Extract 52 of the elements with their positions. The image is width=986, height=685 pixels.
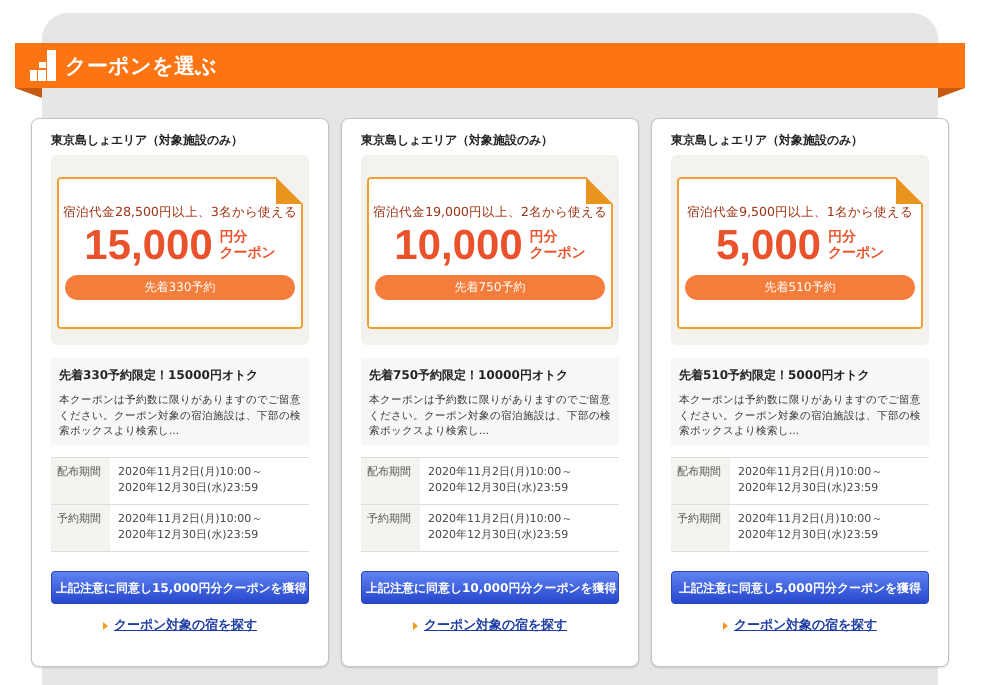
amount-unit: 円分 [828, 229, 856, 245]
area-title: 東京島しょエリア（対象施設のみ） [361, 132, 554, 149]
search-link[interactable]: クーポン対象の宿を探す [114, 616, 257, 636]
get-coupon-button[interactable]: 上記注意に同意し5,000円分クーポンを獲得 [671, 571, 929, 604]
area-title: 東京島しょエリア（対象施設のみ） [51, 132, 244, 149]
get-coupon-button[interactable]: 上記注意に同意し10,000円分クーポンを獲得 [361, 571, 619, 604]
coupon-amount: 15,000 [84, 223, 213, 267]
period-dates: 2020年11月2日(月)10:00～ 2020年12月30日(水)23:59 [420, 458, 619, 504]
get-coupon-button[interactable]: 上記注意に同意し15,000円分クーポンを獲得 [51, 571, 309, 604]
page-fold-icon [276, 177, 303, 204]
blocks-icon [30, 50, 56, 81]
ribbon-fold-icon [938, 88, 965, 98]
offer-headline: 先着510予約限定！5000円オトク [679, 367, 870, 384]
period-label: 予約期間 [361, 504, 420, 552]
coupon-label: クーポン [220, 245, 276, 261]
amount-unit: 円分 [530, 229, 558, 245]
page-fold-icon [896, 177, 923, 204]
limit-pill: 先着510予約 [685, 275, 915, 300]
section-title: クーポンを選ぶ [65, 52, 217, 78]
triangle-icon [103, 622, 108, 630]
limit-pill: 先着750予約 [375, 275, 605, 300]
search-link[interactable]: クーポン対象の宿を探す [424, 616, 567, 636]
triangle-icon [723, 622, 728, 630]
ribbon-fold-icon [15, 88, 42, 98]
triangle-icon [413, 622, 418, 630]
page-fold-icon [586, 177, 613, 204]
coupon-label: クーポン [828, 245, 884, 261]
coupon-condition: 宿泊代金9,500円以上、1名から使える [686, 203, 914, 221]
period-label: 予約期間 [51, 504, 110, 552]
period-label: 配布期間 [671, 458, 730, 504]
limit-pill: 先着330予約 [65, 275, 295, 300]
offer-headline: 先着330予約限定！15000円オトク [59, 367, 259, 384]
coupon-amount: 10,000 [394, 223, 523, 267]
coupon-amount: 5,000 [716, 223, 822, 267]
offer-headline: 先着750予約限定！10000円オトク [369, 367, 569, 384]
area-title: 東京島しょエリア（対象施設のみ） [671, 132, 864, 149]
search-link[interactable]: クーポン対象の宿を探す [734, 616, 877, 636]
coupon-label: クーポン [530, 245, 586, 261]
coupon-condition: 宿泊代金19,000円以上、2名から使える [372, 203, 608, 221]
period-dates: 2020年11月2日(月)10:00～ 2020年12月30日(水)23:59 [730, 458, 929, 504]
amount-unit: 円分 [220, 229, 248, 245]
period-dates: 2020年11月2日(月)10:00～ 2020年12月30日(水)23:59 [730, 504, 929, 552]
period-label: 予約期間 [671, 504, 730, 552]
offer-description: 本クーポンは予約数に限りがありますのでご留意ください。クーポン対象の宿泊施設は、下部の検索ボックスより検索し... [369, 393, 611, 439]
period-label: 配布期間 [51, 458, 110, 504]
period-dates: 2020年11月2日(月)10:00～ 2020年12月30日(水)23:59 [420, 504, 619, 552]
period-dates: 2020年11月2日(月)10:00～ 2020年12月30日(水)23:59 [110, 504, 309, 552]
offer-description: 本クーポンは予約数に限りがありますのでご留意ください。クーポン対象の宿泊施設は、下部の検索ボックスより検索し... [679, 393, 921, 439]
offer-description: 本クーポンは予約数に限りがありますのでご留意ください。クーポン対象の宿泊施設は、下部の検索ボックスより検索し... [59, 393, 301, 439]
period-dates: 2020年11月2日(月)10:00～ 2020年12月30日(水)23:59 [110, 458, 309, 504]
period-label: 配布期間 [361, 458, 420, 504]
coupon-condition: 宿泊代金28,500円以上、3名から使える [62, 203, 298, 221]
